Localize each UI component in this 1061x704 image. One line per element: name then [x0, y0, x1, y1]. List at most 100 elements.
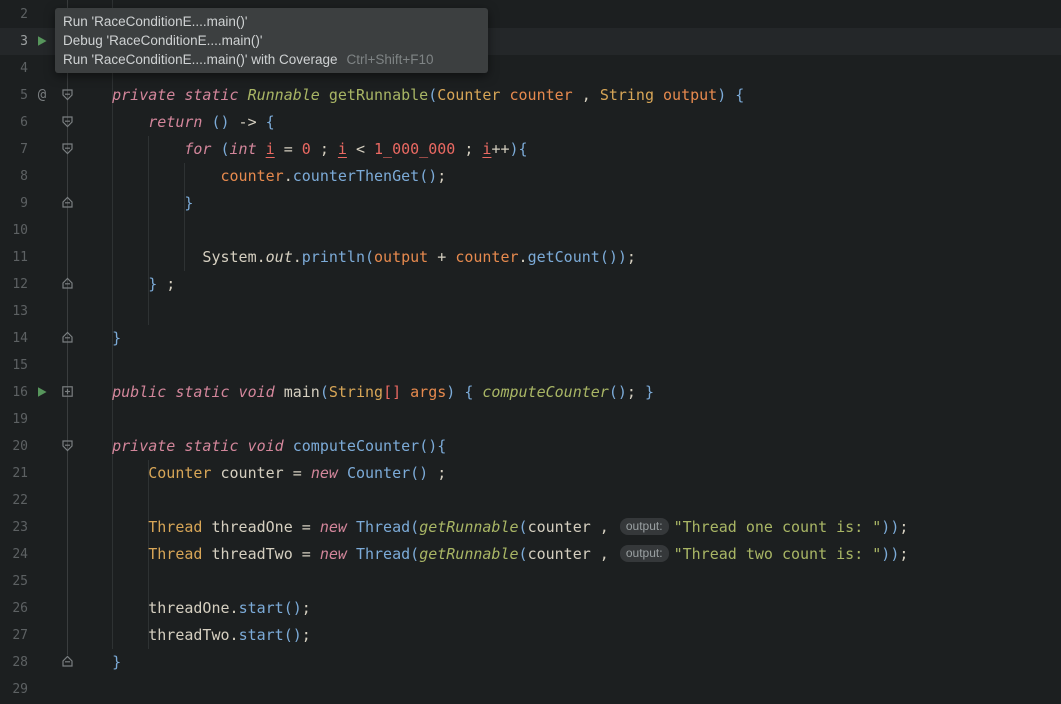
gutter[interactable]: 26	[0, 595, 76, 622]
line-number: 26	[0, 595, 28, 622]
gutter[interactable]: 23	[0, 514, 76, 541]
parameter-hint-chip: output:	[620, 518, 669, 535]
code-token	[76, 329, 112, 347]
gutter[interactable]: 10	[0, 217, 76, 244]
code-token: ;	[302, 626, 311, 644]
fold-close-icon[interactable]	[61, 329, 74, 348]
code-token: String	[329, 383, 383, 401]
code-token: (	[428, 86, 437, 104]
run-icon[interactable]	[36, 32, 48, 51]
gutter[interactable]: 24	[0, 541, 76, 568]
code-token	[500, 86, 509, 104]
code-line: 27 threadTwo.start();	[0, 622, 1061, 649]
code-line: 7 for (int i = 0 ; i < 1_000_000 ; i++){	[0, 136, 1061, 163]
fold-close-icon[interactable]	[61, 194, 74, 213]
code-token: ()	[609, 383, 627, 401]
gutter[interactable]: 7	[0, 136, 76, 163]
line-number: 27	[0, 622, 28, 649]
gutter[interactable]: 9	[0, 190, 76, 217]
code-token: out	[266, 248, 293, 266]
gutter[interactable]: 6	[0, 109, 76, 136]
menu-item-run[interactable]: Run 'RaceConditionE....main()'	[55, 12, 488, 31]
gutter[interactable]: 22	[0, 487, 76, 514]
gutter[interactable]: 12	[0, 271, 76, 298]
code-token: .	[519, 248, 528, 266]
code-token: println	[302, 248, 365, 266]
code-editor[interactable]: 2345@ private static Runnable getRunnabl…	[0, 0, 1061, 704]
fold-open-icon[interactable]	[61, 113, 74, 132]
code-token: System.	[76, 248, 266, 266]
gutter[interactable]: 27	[0, 622, 76, 649]
code-text: counter.counterThenGet();	[76, 163, 446, 190]
code-line: 24 Thread threadTwo = new Thread(getRunn…	[0, 541, 1061, 568]
code-token: public static void	[112, 383, 275, 401]
code-line: 29	[0, 676, 1061, 703]
line-number: 24	[0, 541, 28, 568]
code-token: i	[266, 140, 275, 158]
fold-close-icon[interactable]	[61, 653, 74, 672]
code-token: ()	[600, 248, 618, 266]
code-token: threadTwo.	[76, 626, 239, 644]
code-token: counter ,	[528, 545, 618, 563]
line-number: 11	[0, 244, 28, 271]
fold-open-icon[interactable]	[61, 86, 74, 105]
code-token	[76, 518, 148, 536]
annotation-icon: @	[38, 82, 46, 109]
code-token: int	[230, 140, 257, 158]
fold-collapsed-icon[interactable]	[61, 383, 74, 402]
line-number: 12	[0, 271, 28, 298]
code-token: counter	[221, 167, 284, 185]
code-token: private static void	[112, 437, 284, 455]
gutter[interactable]: 14	[0, 325, 76, 352]
code-text: }	[76, 325, 121, 352]
gutter[interactable]: 20	[0, 433, 76, 460]
fold-open-icon[interactable]	[61, 140, 74, 159]
gutter[interactable]: 19	[0, 406, 76, 433]
line-number: 20	[0, 433, 28, 460]
code-token: args	[410, 383, 446, 401]
code-token	[347, 545, 356, 563]
menu-item-label: Run 'RaceConditionE....main()' with Cove…	[63, 50, 338, 69]
run-icon[interactable]	[36, 383, 48, 402]
fold-open-icon[interactable]	[61, 437, 74, 456]
code-token: Runnable	[248, 86, 320, 104]
code-token: ;	[627, 383, 645, 401]
code-token: ;	[627, 248, 636, 266]
line-number: 14	[0, 325, 28, 352]
menu-item-run-with-coverage[interactable]: Run 'RaceConditionE....main()' with Cove…	[55, 50, 488, 69]
gutter[interactable]: 29	[0, 676, 76, 703]
code-token: }	[148, 275, 157, 293]
code-token: main	[275, 383, 320, 401]
gutter[interactable]: 25	[0, 568, 76, 595]
line-number: 9	[0, 190, 28, 217]
gutter[interactable]: 15	[0, 352, 76, 379]
code-token: counterThenGet	[293, 167, 419, 185]
gutter[interactable]: 5@	[0, 82, 76, 109]
gutter[interactable]: 13	[0, 298, 76, 325]
code-token: ;	[157, 275, 175, 293]
gutter[interactable]: 11	[0, 244, 76, 271]
gutter[interactable]: 8	[0, 163, 76, 190]
gutter[interactable]: 16	[0, 379, 76, 406]
code-token: ;	[899, 545, 908, 563]
code-token: Counter	[347, 464, 410, 482]
code-token: start	[239, 599, 284, 617]
code-token: Counter	[148, 464, 211, 482]
code-token: =	[275, 140, 302, 158]
line-number: 8	[0, 163, 28, 190]
gutter[interactable]: 28	[0, 649, 76, 676]
fold-close-icon[interactable]	[61, 275, 74, 294]
gutter[interactable]: 21	[0, 460, 76, 487]
code-line: 14 }	[0, 325, 1061, 352]
code-line: 21 Counter counter = new Counter() ;	[0, 460, 1061, 487]
code-line: 15	[0, 352, 1061, 379]
code-token: Counter	[437, 86, 500, 104]
code-token: start	[239, 626, 284, 644]
code-token: getRunnable	[419, 518, 518, 536]
code-token: +	[428, 248, 455, 266]
code-token: ()	[410, 464, 428, 482]
code-token	[257, 140, 266, 158]
code-token: ))	[881, 518, 899, 536]
code-token	[76, 86, 112, 104]
menu-item-debug[interactable]: Debug 'RaceConditionE....main()'	[55, 31, 488, 50]
